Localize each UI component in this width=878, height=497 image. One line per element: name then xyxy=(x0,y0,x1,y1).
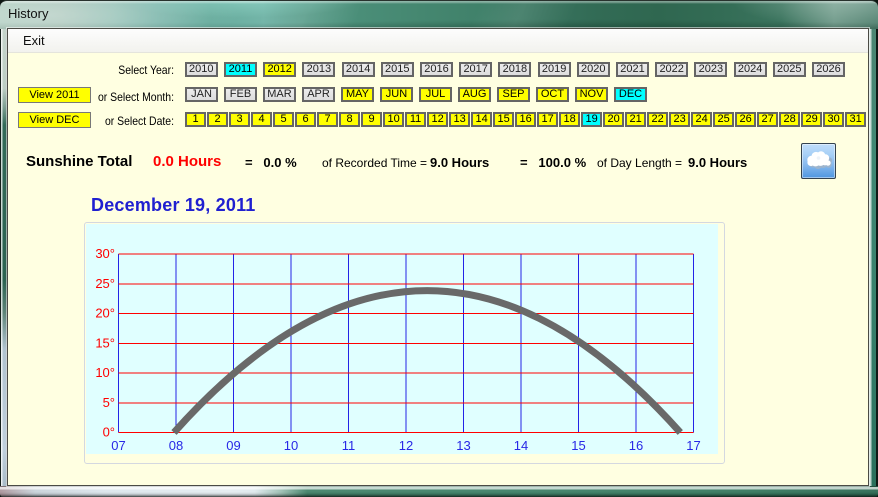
svg-text:11: 11 xyxy=(342,438,356,453)
svg-text:30°: 30° xyxy=(95,246,115,261)
svg-text:15°: 15° xyxy=(95,335,115,350)
svg-text:14: 14 xyxy=(514,438,528,453)
svg-text:17: 17 xyxy=(686,438,700,453)
svg-text:13: 13 xyxy=(456,438,470,453)
svg-text:5°: 5° xyxy=(103,395,115,410)
svg-text:25°: 25° xyxy=(95,276,115,291)
svg-text:07: 07 xyxy=(111,438,125,453)
svg-text:16: 16 xyxy=(629,438,643,453)
svg-text:09: 09 xyxy=(226,438,240,453)
svg-text:12: 12 xyxy=(399,438,413,453)
svg-text:20°: 20° xyxy=(95,306,115,321)
svg-text:10°: 10° xyxy=(95,365,115,380)
svg-text:15: 15 xyxy=(571,438,585,453)
svg-text:10: 10 xyxy=(284,438,298,453)
svg-text:08: 08 xyxy=(169,438,183,453)
